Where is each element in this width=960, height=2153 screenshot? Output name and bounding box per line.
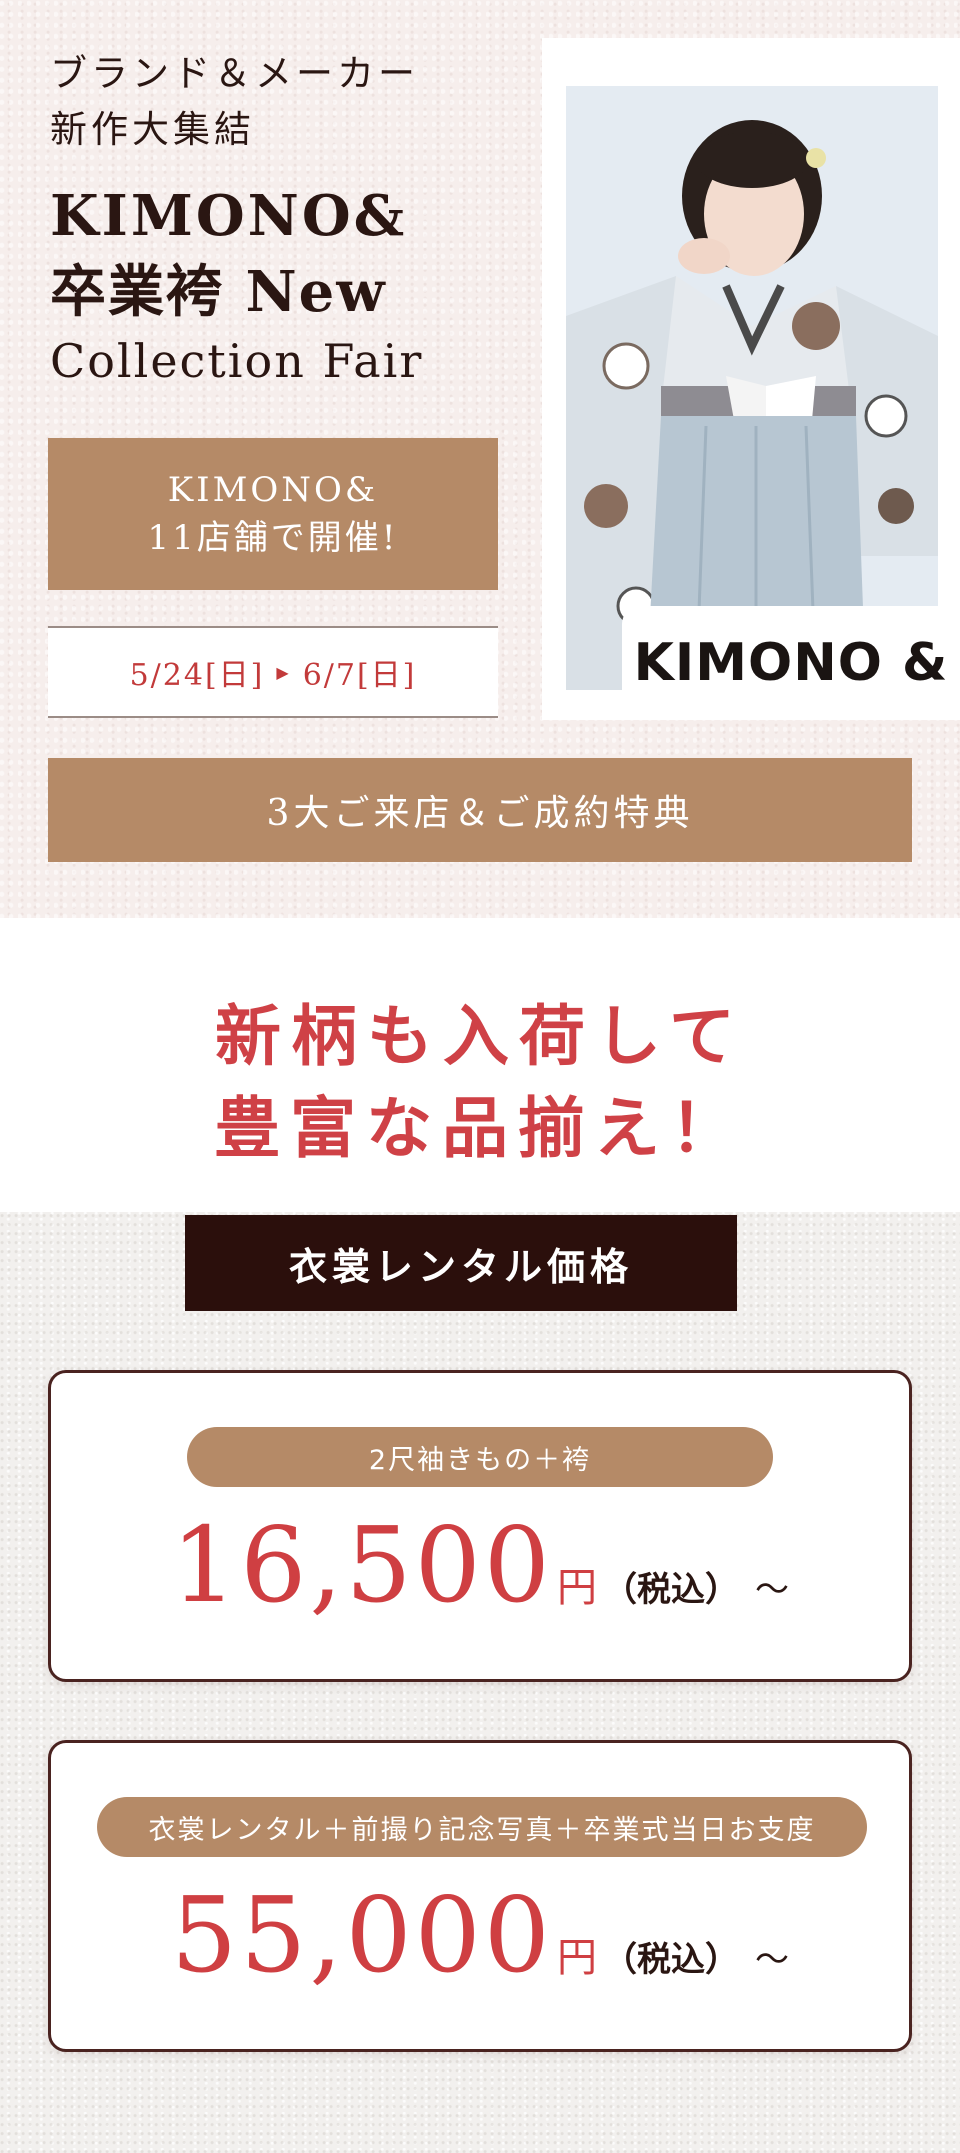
brand-logo: KIMONO & [622, 606, 960, 720]
price-amount: 55,000 [171, 1874, 553, 1996]
start-date: 5/24[日] [129, 658, 265, 693]
end-date: 6/7[日] [302, 658, 417, 693]
headline-line-1: 新柄も入荷して [214, 997, 746, 1075]
hero-lead: ブランド＆メーカー 新作大集結 [50, 46, 530, 158]
hero-title-line-3: Collection Fair [50, 334, 424, 388]
price-from-mark: 〜 [754, 1940, 789, 1980]
plan-label: 2尺袖きもの＋袴 [187, 1427, 773, 1487]
hero-lead-line-2: 新作大集結 [50, 108, 255, 151]
price-tax-note: （税込） [602, 1570, 739, 1610]
headline-line-2: 豊富な品揃え！ [214, 1089, 746, 1167]
event-dates: 5/24[日] ▶ 6/7[日] [48, 626, 498, 718]
new-pattern-headline: 新柄も入荷して 豊富な品揃え！ [0, 990, 960, 1174]
price-from-mark: 〜 [754, 1570, 789, 1610]
plan-label: 衣裳レンタル＋前撮り記念写真＋卒業式当日お支度 [97, 1797, 867, 1857]
price-yen: 円 [556, 1565, 597, 1611]
model-photo [566, 86, 938, 690]
arrow-right-icon: ▶ [276, 662, 291, 682]
price-yen: 円 [556, 1935, 597, 1981]
hero-title-line-2: 卒業袴 New [50, 259, 387, 325]
rental-price-heading: 衣裳レンタル価格 [185, 1215, 737, 1311]
stores-box-line-2: 11店舗で開催! [147, 518, 399, 558]
price-row: 55,000 円 （税込） 〜 [51, 1883, 909, 1987]
hero-section: ブランド＆メーカー 新作大集結 KIMONO& 卒業袴 New Collecti… [0, 0, 960, 918]
hero-title-line-1: KIMONO& [50, 183, 408, 249]
hero-lead-line-1: ブランド＆メーカー [50, 52, 419, 95]
stores-box-line-1: KIMONO& [167, 470, 379, 510]
price-row: 16,500 円 （税込） 〜 [51, 1513, 909, 1617]
price-card-1: 2尺袖きもの＋袴 16,500 円 （税込） 〜 [48, 1370, 912, 1682]
stores-box: KIMONO& 11店舗で開催! [48, 438, 498, 590]
price-amount: 16,500 [171, 1504, 553, 1626]
price-card-2: 衣裳レンタル＋前撮り記念写真＋卒業式当日お支度 55,000 円 （税込） 〜 [48, 1740, 912, 2052]
price-tax-note: （税込） [602, 1940, 739, 1980]
model-photo-frame: KIMONO & [542, 38, 960, 720]
hero-title: KIMONO& 卒業袴 New Collection Fair [50, 178, 530, 392]
benefits-banner[interactable]: 3大ご来店＆ご成約特典 [48, 758, 912, 862]
kimono-model-illustration [566, 86, 938, 690]
